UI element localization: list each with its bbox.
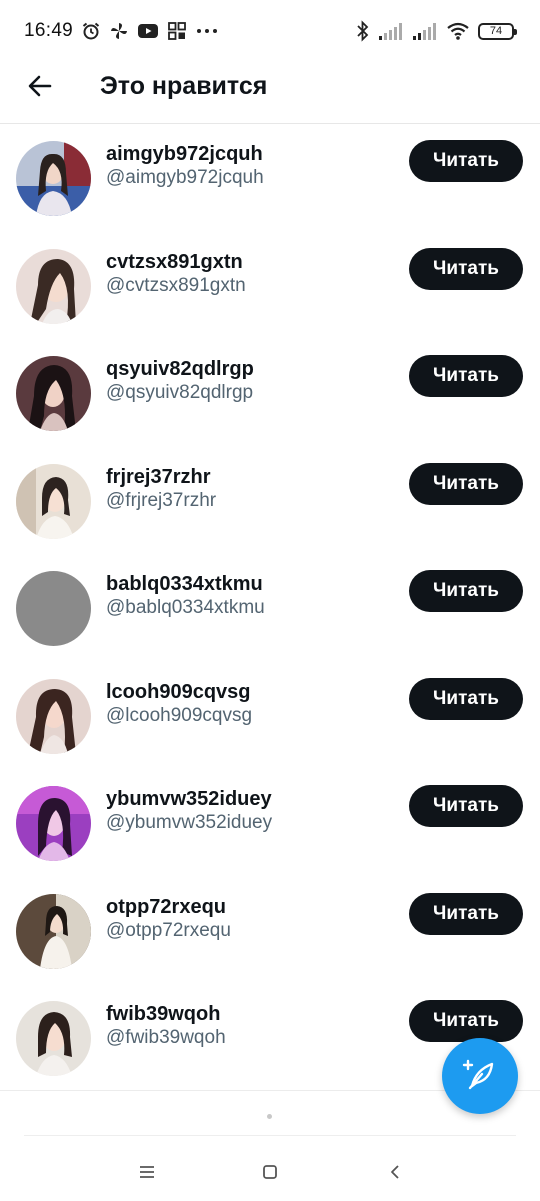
alarm-icon: [81, 21, 101, 41]
more-icon: [195, 21, 219, 41]
follow-button[interactable]: Читать: [409, 355, 523, 397]
divider: [24, 1135, 516, 1136]
user-handle: @otpp72rxequ: [106, 919, 231, 941]
home-square-icon: [261, 1163, 279, 1186]
signal-icon: [378, 21, 404, 41]
user-name: ybumvw352iduey: [106, 788, 272, 810]
list-item[interactable]: bablq0334xtkmu @bablq0334xtkmu Читать: [0, 554, 540, 662]
user-handle: @qsyuiv82qdlrgp: [106, 382, 254, 403]
avatar[interactable]: [16, 248, 91, 324]
arrow-left-icon: [26, 72, 54, 105]
battery-icon: 74: [478, 22, 517, 40]
wifi-icon: [446, 21, 470, 41]
battery-level: 74: [489, 25, 503, 37]
avatar[interactable]: [16, 141, 91, 216]
user-name: cvtzsx891gxtn: [106, 250, 243, 273]
avatar[interactable]: [16, 786, 91, 861]
avatar[interactable]: [16, 463, 91, 539]
home-button[interactable]: [250, 1157, 290, 1191]
user-handle: @aimgyb972jcquh: [106, 167, 264, 188]
list-item[interactable]: frjrej37rzhr @frjrej37rzhr Читать: [0, 447, 540, 555]
follow-button[interactable]: Читать: [409, 785, 523, 827]
header: Это нравится: [0, 60, 540, 124]
signal-icon: [412, 21, 438, 41]
avatar[interactable]: [16, 356, 91, 431]
system-back-button[interactable]: [375, 1157, 415, 1191]
user-handle: @bablq0334xtkmu: [106, 597, 265, 618]
follow-button[interactable]: Читать: [409, 892, 523, 935]
back-button[interactable]: [20, 68, 60, 108]
user-name: fwib39wqoh: [106, 1003, 221, 1025]
pinwheel-icon: [109, 21, 129, 41]
status-time: 16:49: [24, 20, 74, 41]
user-name: otpp72rxequ: [106, 895, 227, 918]
user-handle: @fwib39wqoh: [106, 1027, 226, 1048]
page-indicator-dot: [267, 1114, 272, 1119]
user-handle: @lcooh909cqvsg: [106, 704, 253, 726]
list-item[interactable]: lcooh909cqvsg @lcooh909cqvsg Читать: [0, 662, 540, 770]
avatar[interactable]: [16, 893, 91, 969]
user-handle: @ybumvw352iduey: [106, 812, 273, 833]
list-item[interactable]: otpp72rxequ @otpp72rxequ Читать: [0, 877, 540, 985]
follow-button[interactable]: Читать: [409, 677, 523, 720]
status-bar: 16:49 74: [0, 0, 540, 60]
avatar[interactable]: [16, 571, 91, 646]
user-name: lcooh909cqvsg: [106, 680, 251, 703]
follow-button[interactable]: Читать: [409, 140, 523, 182]
menu-button[interactable]: [127, 1157, 167, 1191]
follow-button[interactable]: Читать: [409, 1000, 523, 1042]
menu-icon: [138, 1165, 156, 1184]
status-right: 74: [356, 18, 517, 44]
list-item[interactable]: ybumvw352iduey @ybumvw352iduey Читать: [0, 769, 540, 877]
follow-button[interactable]: Читать: [409, 247, 523, 290]
user-list: aimgyb972jcquh @aimgyb972jcquh Читать cv…: [0, 124, 540, 1092]
page-title: Это нравится: [100, 72, 268, 100]
list-item[interactable]: cvtzsx891gxtn @cvtzsx891gxtn Читать: [0, 232, 540, 340]
compose-feather-plus-icon: [462, 1056, 498, 1097]
follow-button[interactable]: Читать: [409, 570, 523, 612]
user-name: qsyuiv82qdlrgp: [106, 358, 254, 380]
user-handle: @cvtzsx891gxtn: [106, 274, 246, 296]
user-name: frjrej37rzhr: [106, 465, 211, 488]
youtube-icon: [137, 22, 159, 40]
bluetooth-icon: [356, 20, 370, 42]
user-handle: @frjrej37rzhr: [106, 489, 217, 511]
user-name: aimgyb972jcquh: [106, 143, 263, 165]
back-chevron-icon: [388, 1163, 402, 1186]
avatar[interactable]: [16, 678, 91, 754]
follow-button[interactable]: Читать: [409, 462, 523, 505]
user-name: bablq0334xtkmu: [106, 573, 263, 595]
avatar[interactable]: [16, 1001, 91, 1076]
list-item[interactable]: qsyuiv82qdlrgp @qsyuiv82qdlrgp Читать: [0, 339, 540, 447]
compose-button[interactable]: [442, 1038, 518, 1114]
app-grid-icon: [167, 21, 187, 41]
status-left: 16:49: [24, 18, 219, 44]
list-item[interactable]: aimgyb972jcquh @aimgyb972jcquh Читать: [0, 124, 540, 232]
system-nav-bar: [0, 1151, 540, 1201]
